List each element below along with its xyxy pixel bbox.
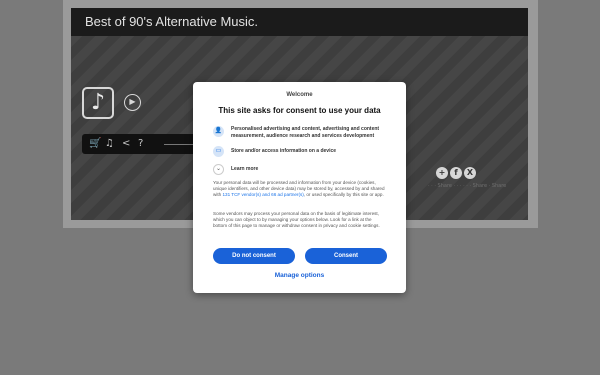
consent-paragraph-legitimate-interest: Some vendors may process your personal d… xyxy=(213,211,380,229)
manage-options-button[interactable]: Manage options xyxy=(193,272,406,279)
consent-button[interactable]: Consent xyxy=(305,248,387,264)
purpose-text: Store and/or access information on a dev… xyxy=(231,148,337,154)
vendors-link[interactable]: 131 TCF vendor(s) and 66 ad partner(s) xyxy=(222,192,303,197)
chevron-down-icon[interactable]: ⌄ xyxy=(213,164,224,175)
consent-paragraph: Your personal data will be processed and… xyxy=(213,180,386,199)
device-icon: ▭ xyxy=(213,146,224,157)
person-icon: 👤 xyxy=(213,126,224,137)
purpose-text: Personalised advertising and content, ad… xyxy=(231,126,380,139)
learn-more-label[interactable]: Learn more xyxy=(231,166,391,173)
paragraph-text: , or used specifically by this site or a… xyxy=(303,192,384,198)
dialog-heading: This site asks for consent to use your d… xyxy=(218,106,381,115)
dialog-welcome: Welcome xyxy=(286,92,313,98)
consent-dialog: Welcome This site asks for consent to us… xyxy=(193,82,406,293)
do-not-consent-button[interactable]: Do not consent xyxy=(213,248,295,264)
